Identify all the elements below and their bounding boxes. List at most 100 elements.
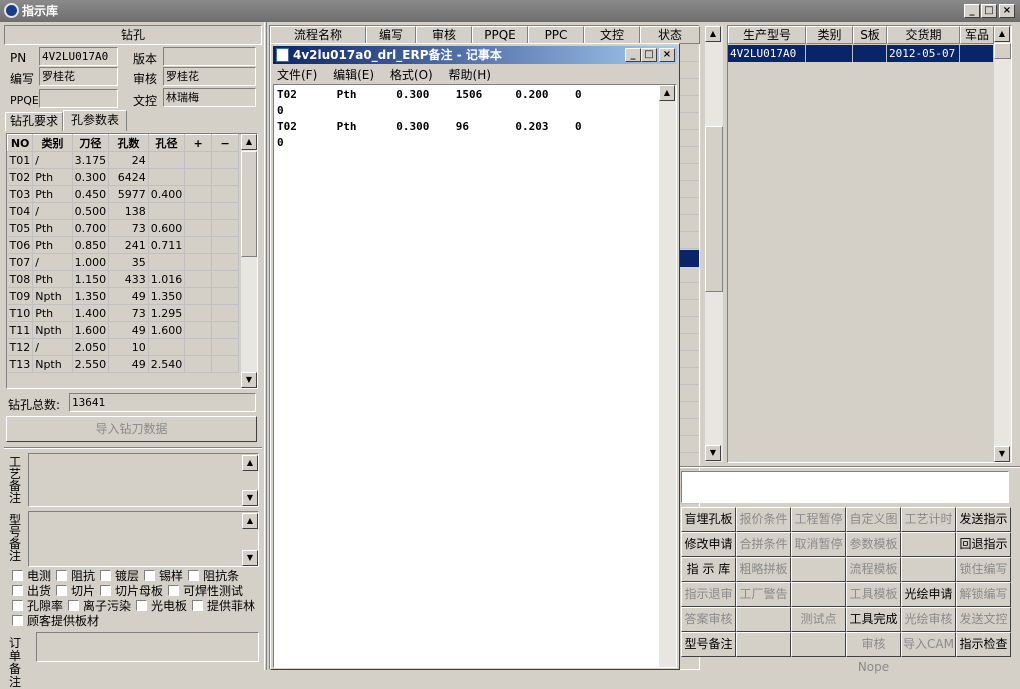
- function-button[interactable]: [901, 557, 956, 582]
- doc-control-field[interactable]: 林瑞梅: [163, 88, 256, 107]
- flow-selected-cell[interactable]: [679, 250, 699, 267]
- table-row[interactable]: T03 Pth 0.450 5977 0.400: [7, 185, 239, 203]
- function-button[interactable]: 参数模板: [846, 532, 901, 557]
- function-button[interactable]: 测试点: [791, 607, 846, 632]
- function-button[interactable]: 报价条件: [736, 507, 791, 532]
- checkbox-box[interactable]: [68, 600, 80, 611]
- checkbox-box[interactable]: [144, 570, 156, 581]
- model-col-header[interactable]: 类别: [806, 26, 853, 44]
- ppqe-field[interactable]: [39, 89, 118, 108]
- import-drill-button[interactable]: 导入钻刀数据: [6, 416, 257, 442]
- function-button[interactable]: [791, 582, 846, 607]
- maximize-button[interactable]: □: [981, 4, 997, 18]
- model-list-cell[interactable]: [806, 45, 853, 62]
- checkbox-box[interactable]: [56, 585, 68, 596]
- table-row[interactable]: T13 Npth 2.550 49 2.540: [7, 355, 239, 373]
- function-button[interactable]: 合拼条件: [736, 532, 791, 557]
- function-button[interactable]: 指示退审: [681, 582, 736, 607]
- option-checkbox[interactable]: 锡样: [144, 569, 183, 583]
- function-button[interactable]: 工程暂停: [791, 507, 846, 532]
- writer-field[interactable]: 罗桂花: [39, 67, 118, 86]
- function-button[interactable]: [901, 532, 956, 557]
- checkbox-box[interactable]: [168, 585, 180, 596]
- option-checkbox[interactable]: 离子污染: [68, 599, 131, 613]
- close-button[interactable]: ×: [999, 4, 1015, 18]
- option-checkbox[interactable]: 阻抗条: [188, 569, 239, 583]
- menu-file[interactable]: 文件(F): [277, 68, 317, 82]
- function-button[interactable]: 发送指示: [956, 507, 1011, 532]
- model-note-field[interactable]: ▲ ▼: [28, 511, 259, 567]
- table-row[interactable]: T12/2.050 10: [7, 338, 239, 356]
- option-checkbox[interactable]: 阻抗: [56, 569, 95, 583]
- function-button[interactable]: 型号备注: [681, 632, 736, 657]
- function-button[interactable]: [736, 632, 791, 657]
- scroll-down-icon[interactable]: ▼: [241, 372, 257, 388]
- model-list-cell[interactable]: [853, 45, 887, 62]
- flow-col-header[interactable]: 流程名称: [270, 26, 366, 44]
- option-checkbox[interactable]: 电测: [12, 569, 51, 583]
- function-button[interactable]: 自定义图: [846, 507, 901, 532]
- function-button[interactable]: 工厂警告: [736, 582, 791, 607]
- function-button[interactable]: 指 示 库: [681, 557, 736, 582]
- function-button[interactable]: 答案审核: [681, 607, 736, 632]
- drill-total-field[interactable]: 13641: [69, 393, 256, 412]
- splitter[interactable]: [264, 22, 267, 670]
- function-button[interactable]: 工艺计时: [901, 507, 956, 532]
- function-button[interactable]: [791, 557, 846, 582]
- notepad-minimize-button[interactable]: _: [625, 48, 641, 62]
- checkbox-box[interactable]: [12, 615, 23, 626]
- function-button[interactable]: 取消暂停: [791, 532, 846, 557]
- function-button[interactable]: 流程模板: [846, 557, 901, 582]
- flow-scrollbar[interactable]: ▲ ▼: [705, 26, 723, 462]
- function-button[interactable]: 工具完成: [846, 607, 901, 632]
- option-checkbox[interactable]: 切片母板: [100, 584, 163, 598]
- scroll-up-icon[interactable]: ▲: [241, 134, 257, 150]
- menu-help[interactable]: 帮助(H): [449, 68, 491, 82]
- model-list-cell[interactable]: 2012-05-07: [887, 45, 960, 62]
- message-field[interactable]: [681, 471, 1009, 503]
- col-plus[interactable]: +: [184, 134, 213, 152]
- function-button[interactable]: 审核Nope: [846, 632, 901, 674]
- flow-col-header[interactable]: PPQE: [472, 26, 528, 44]
- model-list-cell[interactable]: [960, 45, 994, 62]
- menu-edit[interactable]: 编辑(E): [333, 68, 374, 82]
- model-col-header[interactable]: 生产型号: [728, 26, 806, 44]
- function-button[interactable]: 导入CAM: [901, 632, 956, 657]
- order-note-field[interactable]: [36, 632, 259, 662]
- checkbox-box[interactable]: [100, 585, 112, 596]
- col-minus[interactable]: −: [211, 134, 239, 152]
- minimize-button[interactable]: _: [964, 4, 980, 18]
- menu-format[interactable]: 格式(O): [390, 68, 433, 82]
- option-checkbox[interactable]: 顾客提供板材: [12, 614, 99, 628]
- function-button[interactable]: 工具模板: [846, 582, 901, 607]
- function-button[interactable]: 盲埋孔板: [681, 507, 736, 532]
- flow-col-header[interactable]: 状态: [640, 26, 700, 44]
- pn-field[interactable]: 4V2LU017A0: [39, 47, 118, 66]
- checkbox-box[interactable]: [12, 600, 23, 611]
- checkbox-box[interactable]: [136, 600, 148, 611]
- function-button[interactable]: [736, 607, 791, 632]
- function-button[interactable]: 光绘申请: [901, 582, 956, 607]
- option-checkbox[interactable]: 出货: [12, 584, 51, 598]
- checkbox-box[interactable]: [188, 570, 200, 581]
- checkbox-box[interactable]: [100, 570, 112, 581]
- option-checkbox[interactable]: 孔隙率: [12, 599, 63, 613]
- function-button[interactable]: 指示检查: [956, 632, 1011, 657]
- model-list-scrollbar[interactable]: ▲ ▼: [994, 26, 1011, 462]
- flow-scroll-thumb[interactable]: [705, 126, 723, 292]
- scroll-thumb[interactable]: [241, 151, 257, 257]
- checkbox-box[interactable]: [192, 600, 204, 611]
- table-row[interactable]: T10 Pth 1.400 73 1.295: [7, 304, 239, 322]
- table-row[interactable]: T01/3.175 24: [7, 151, 239, 169]
- model-col-header[interactable]: S板: [853, 26, 887, 44]
- table-row[interactable]: T02 Pth 0.300 6424: [7, 168, 239, 186]
- function-button[interactable]: [791, 632, 846, 657]
- option-checkbox[interactable]: 光电板: [136, 599, 187, 613]
- model-col-header[interactable]: 军品: [960, 26, 994, 44]
- checkbox-box[interactable]: [12, 585, 23, 596]
- function-button[interactable]: 发送文控: [956, 607, 1011, 632]
- option-checkbox[interactable]: 镀层: [100, 569, 139, 583]
- review-field[interactable]: 罗桂花: [163, 67, 256, 86]
- function-button[interactable]: 修改申请: [681, 532, 736, 557]
- table-row[interactable]: T11 Npth 1.600 49 1.600: [7, 321, 239, 339]
